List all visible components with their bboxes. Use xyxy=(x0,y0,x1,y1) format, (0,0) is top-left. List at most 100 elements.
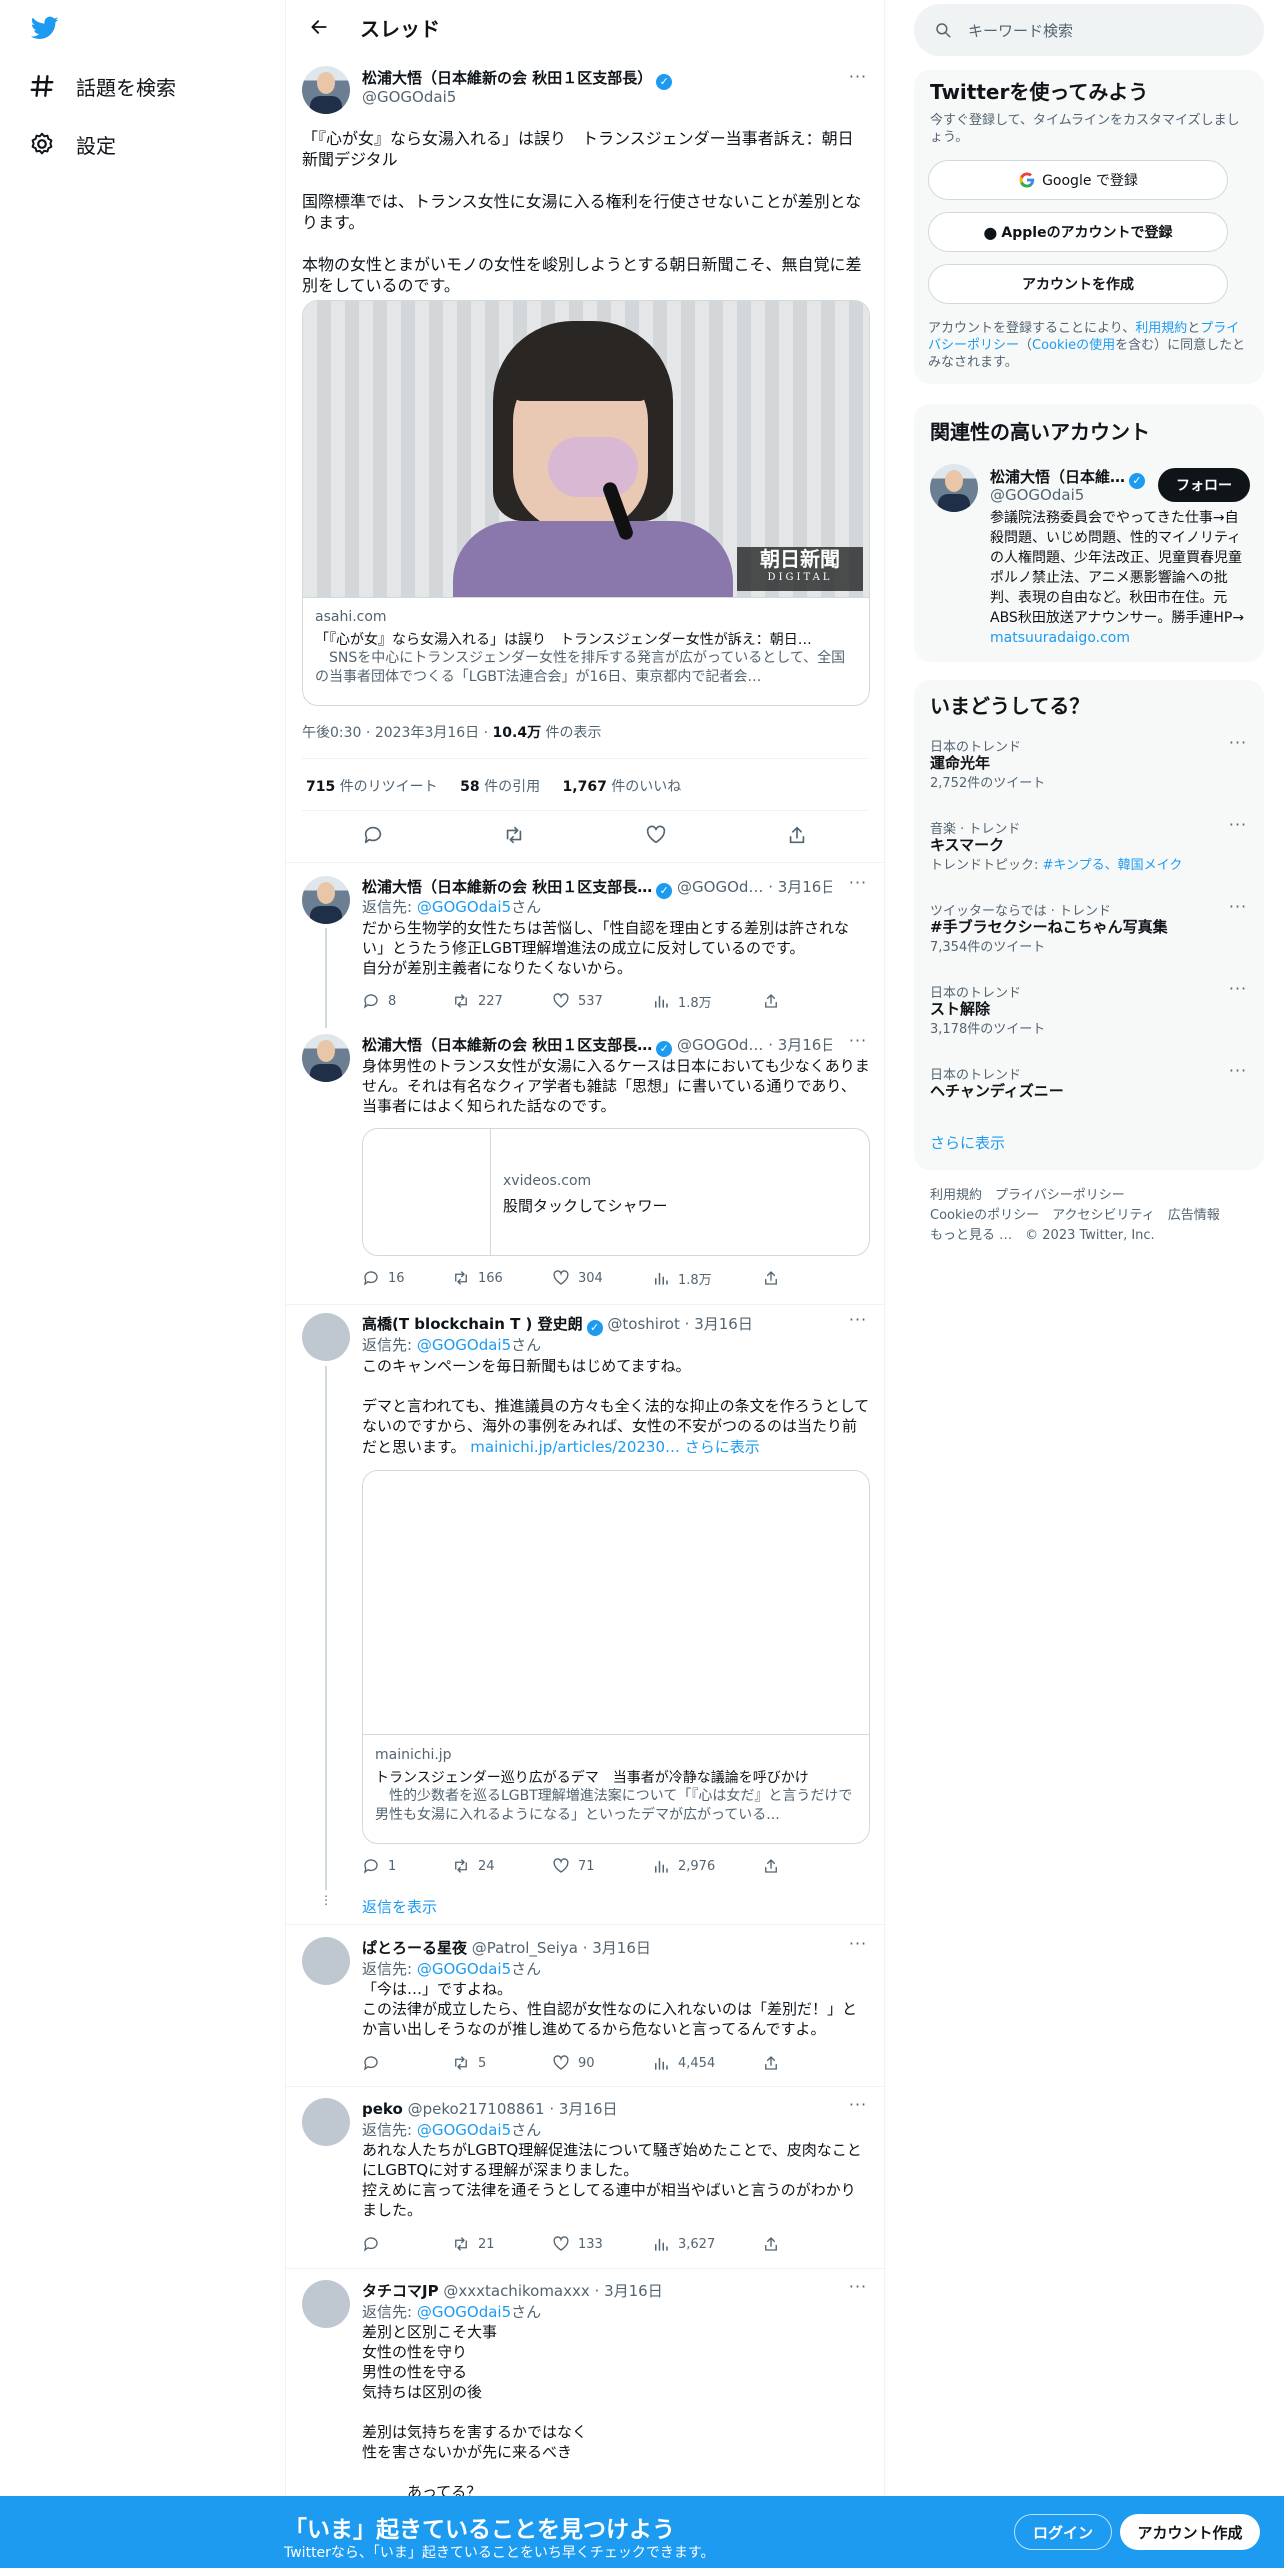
trend-item[interactable]: 日本のトレンド 運命光年 2,752件のツイート ··· xyxy=(930,735,1248,792)
author-name[interactable]: 高橋(T blockchain T ) 登史朗 xyxy=(362,1315,583,1333)
like-button[interactable]: 71 xyxy=(552,1857,652,1875)
trend-item[interactable]: 音楽 · トレンド キスマーク トレンドトピック: #キンプる、韓国メイク ··… xyxy=(930,817,1248,874)
reply-to-link[interactable]: @GOGOdai5 xyxy=(417,1960,511,1978)
reply-button[interactable] xyxy=(362,2235,452,2253)
author-name[interactable]: 松浦大悟（日本維新の会 秋田１区支部長… xyxy=(362,878,652,896)
more-options-icon[interactable]: ··· xyxy=(848,875,868,896)
author-handle[interactable]: @GOGOd… xyxy=(677,1036,763,1054)
likes-stat[interactable]: 1,767 件のいいね xyxy=(563,779,682,795)
tweet-date[interactable]: · 3月16日 xyxy=(583,1939,651,1957)
author-name[interactable]: 松浦大悟（日本維新の会 秋田１区支部長… xyxy=(362,1036,652,1054)
tweet-date[interactable]: · 3月16日 xyxy=(768,878,832,896)
link-card[interactable]: xvideos.com 股間タックしてシャワー xyxy=(362,1128,870,1256)
more-options-icon[interactable]: ··· xyxy=(1228,735,1248,756)
avatar[interactable] xyxy=(302,1937,350,1985)
reply-button[interactable]: 8 xyxy=(362,992,452,1010)
avatar[interactable] xyxy=(302,1313,350,1361)
more-options-icon[interactable]: ··· xyxy=(848,69,868,90)
reply-to-link[interactable]: @GOGOdai5 xyxy=(417,898,511,916)
author-handle[interactable]: @peko217108861 xyxy=(408,2100,545,2118)
nav-explore[interactable]: 話題を検索 xyxy=(28,66,176,106)
author-handle[interactable]: @GOGOd… xyxy=(677,878,763,896)
reply-button[interactable]: 1 xyxy=(362,1857,452,1875)
retweet-button[interactable]: 166 xyxy=(452,1269,552,1287)
reply-to-link[interactable]: @GOGOdai5 xyxy=(417,2121,511,2139)
follow-button[interactable]: フォロー xyxy=(1158,468,1250,502)
login-button[interactable]: ログイン xyxy=(1014,2514,1112,2550)
nav-settings[interactable]: 設定 xyxy=(28,124,116,164)
link-card[interactable]: mainichi.jp トランスジェンダー巡り広がるデマ 当事者が冷静な議論を呼… xyxy=(362,1470,870,1844)
trend-topic-link[interactable]: #キンプる、韓国メイク xyxy=(1043,858,1183,873)
trends-show-more[interactable]: さらに表示 xyxy=(930,1132,1005,1153)
like-icon[interactable] xyxy=(645,824,667,848)
signup-button[interactable]: アカウント作成 xyxy=(1120,2514,1260,2550)
footer-link[interactable]: Cookieのポリシー xyxy=(930,1208,1039,1223)
views-button[interactable]: 1.8万 xyxy=(652,1269,762,1288)
like-button[interactable]: 304 xyxy=(552,1269,652,1287)
retweet-button[interactable]: 227 xyxy=(452,992,552,1010)
create-account-button[interactable]: アカウントを作成 xyxy=(928,264,1228,304)
retweet-button[interactable]: 21 xyxy=(452,2235,552,2253)
more-options-icon[interactable]: ··· xyxy=(848,1936,868,1957)
retweets-stat[interactable]: 715 件のリツイート xyxy=(306,779,438,795)
more-options-icon[interactable]: ··· xyxy=(1228,817,1248,838)
footer-link[interactable]: もっと見る … xyxy=(930,1228,1012,1243)
quotes-stat[interactable]: 58 件の引用 xyxy=(460,779,540,795)
views-button[interactable]: 2,976 xyxy=(652,1857,762,1875)
share-button[interactable] xyxy=(762,1857,852,1875)
show-more-link[interactable]: さらに表示 xyxy=(685,1438,760,1456)
retweet-button[interactable]: 5 xyxy=(452,2054,552,2072)
tweet-date[interactable]: · 3月16日 xyxy=(685,1315,753,1333)
share-button[interactable] xyxy=(762,1269,852,1287)
retweet-button[interactable]: 24 xyxy=(452,1857,552,1875)
tweet-date[interactable]: 2023年3月16日 xyxy=(375,725,479,741)
more-options-icon[interactable]: ··· xyxy=(848,1312,868,1333)
avatar[interactable] xyxy=(302,1034,350,1082)
more-options-icon[interactable]: ··· xyxy=(1228,899,1248,920)
tweet-date[interactable]: · 3月16日 xyxy=(595,2282,663,2300)
author-handle[interactable]: @Patrol_Seiya xyxy=(472,1939,578,1957)
share-button[interactable] xyxy=(762,992,852,1010)
like-button[interactable]: 90 xyxy=(552,2054,652,2072)
retweet-icon[interactable] xyxy=(503,824,525,848)
avatar[interactable] xyxy=(302,2280,350,2328)
more-options-icon[interactable]: ··· xyxy=(1228,1063,1248,1084)
google-signup-button[interactable]: Google で登録 xyxy=(928,160,1228,200)
tweet-link[interactable]: mainichi.jp/articles/20230… xyxy=(470,1438,680,1456)
tweet-time[interactable]: 午後0:30 xyxy=(302,725,361,741)
avatar[interactable] xyxy=(302,876,350,924)
author-name[interactable]: タチコマJP xyxy=(362,2282,439,2300)
search-input[interactable]: キーワード検索 xyxy=(914,4,1264,56)
cookie-link[interactable]: Cookieの使用 xyxy=(1032,338,1115,353)
twitter-logo-icon[interactable] xyxy=(28,14,62,42)
author-handle[interactable]: @GOGOdai5 xyxy=(362,88,456,106)
footer-link[interactable]: プライバシーポリシー xyxy=(995,1188,1125,1203)
bio-link[interactable]: matsuuradaigo.com xyxy=(990,630,1130,646)
apple-signup-button[interactable]: ● Appleのアカウントで登録 xyxy=(928,212,1228,252)
avatar[interactable] xyxy=(302,66,350,114)
trend-item[interactable]: ツイッターならでは · トレンド #手ブラセクシーねこちゃん写真集 7,354件… xyxy=(930,899,1248,956)
trend-item[interactable]: 日本のトレンド ヘチャンディズニー ··· xyxy=(930,1063,1248,1101)
like-button[interactable]: 537 xyxy=(552,992,652,1010)
tweet-date[interactable]: · 3月16日 xyxy=(549,2100,617,2118)
terms-link[interactable]: 利用規約 xyxy=(1135,321,1187,336)
like-button[interactable]: 133 xyxy=(552,2235,652,2253)
views-button[interactable]: 4,454 xyxy=(652,2054,762,2072)
footer-link[interactable]: アクセシビリティ xyxy=(1052,1208,1155,1223)
more-options-icon[interactable]: ··· xyxy=(848,2097,868,2118)
views-button[interactable]: 3,627 xyxy=(652,2235,762,2253)
author-name[interactable]: peko xyxy=(362,2100,403,2118)
more-options-icon[interactable]: ··· xyxy=(848,2279,868,2300)
views-button[interactable]: 1.8万 xyxy=(652,992,762,1011)
reply-button[interactable]: 16 xyxy=(362,1269,452,1287)
more-options-icon[interactable]: ··· xyxy=(1228,981,1248,1002)
back-arrow-icon[interactable] xyxy=(302,10,336,44)
reply-button[interactable] xyxy=(362,2054,452,2072)
author-handle[interactable]: @toshirot xyxy=(607,1315,679,1333)
reply-to-link[interactable]: @GOGOdai5 xyxy=(417,1336,511,1354)
author-name[interactable]: 松浦大悟（日本維新の会 秋田１区支部長） xyxy=(362,69,652,87)
avatar[interactable] xyxy=(302,2098,350,2146)
footer-link[interactable]: 広告情報 xyxy=(1168,1208,1220,1223)
author-name[interactable]: ぱとろーる星夜 xyxy=(362,1939,467,1957)
more-options-icon[interactable]: ··· xyxy=(848,1033,868,1054)
